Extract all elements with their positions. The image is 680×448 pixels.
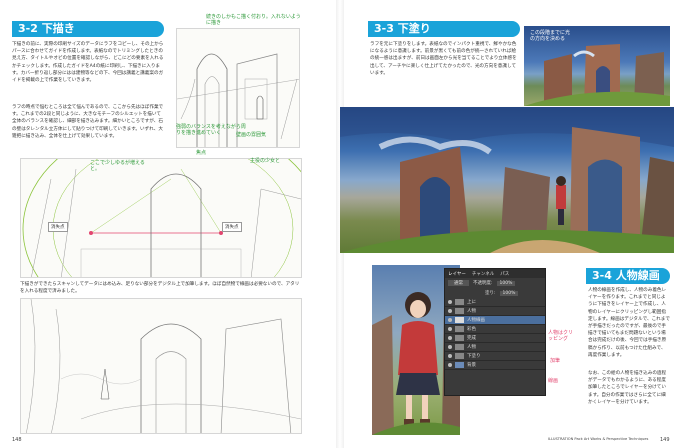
sketch-bottom: [20, 298, 302, 434]
section-3-4-body-2: なお、この絵の人物を描き込みの過程がデータでもわかるように、ある程度加筆したとこ…: [588, 371, 667, 405]
layer-row[interactable]: 人物: [445, 307, 545, 316]
pink-note-1: 人物はクリッピング: [548, 330, 574, 342]
eye-icon[interactable]: [448, 318, 452, 322]
left-folio: 148: [12, 437, 22, 443]
eye-icon[interactable]: [448, 300, 452, 304]
layer-row-selected[interactable]: 人物線画: [445, 316, 545, 325]
eye-icon[interactable]: [448, 354, 452, 358]
middle-note-right: 主役の少女と: [250, 158, 281, 164]
layer-row[interactable]: 完成: [445, 334, 545, 343]
green-note-2: 壁画の雰囲気: [236, 132, 267, 138]
pink-note-2: 加筆: [550, 358, 561, 364]
layer-name: 完成: [467, 336, 476, 341]
fill-value[interactable]: 100%: [499, 290, 519, 296]
footer-title: ILLUSTRATION Pack Art Works & Perspectiv…: [548, 437, 649, 441]
sketch-middle-drawing: [22, 159, 301, 277]
opacity-label: 不透明度:: [473, 281, 493, 286]
tab-layers[interactable]: レイヤー: [448, 271, 466, 277]
layers-toolbar-row-1: 通常 不透明度: 100%: [445, 278, 545, 288]
underpaint-main: [340, 107, 674, 253]
layer-thumbnail: [455, 344, 464, 350]
layer-row[interactable]: 上に: [445, 298, 545, 307]
section-3-2-body-2: ラフの時点で悩むところは全て悩んであるので、ここから先はほぼ作業です。これまでの…: [12, 105, 164, 139]
layer-name: 人物: [467, 345, 476, 350]
layer-thumbnail: [455, 362, 464, 368]
tab-paths[interactable]: パス: [500, 271, 509, 277]
eye-icon[interactable]: [448, 336, 452, 340]
sketch-bottom-drawing: [26, 299, 301, 433]
eye-icon[interactable]: [448, 363, 452, 367]
layer-thumbnail: [455, 353, 464, 359]
right-folio: 149: [660, 437, 670, 443]
layer-thumbnail: [455, 335, 464, 341]
left-caption: 下描きができたらスキャンしてデータにはめ込み、足りない部分をデジタル上で加筆しま…: [20, 282, 300, 295]
middle-note-left: ここで少しゆるが増えると。: [90, 160, 145, 172]
section-3-2-heading: 3-2 下描き: [12, 21, 164, 37]
layer-row[interactable]: 彩色: [445, 325, 545, 334]
section-3-3-body: ラフを元に下塗りをします。表紙なのでインパクト重視で、鮮やかな色になるように意識…: [370, 42, 517, 76]
layer-thumbnail: [455, 308, 464, 314]
section-3-4-heading: 3-4 人物線画: [586, 268, 670, 284]
section-3-3-heading: 3-3 下塗り: [368, 21, 520, 37]
sketch-middle: [20, 158, 302, 278]
layer-thumbnail: [455, 326, 464, 332]
layer-row[interactable]: 背景: [445, 361, 545, 370]
layer-row[interactable]: 下塗り: [445, 352, 545, 361]
vp-right-label: 消失点: [222, 222, 242, 232]
pink-note-3: 線画: [548, 378, 559, 384]
blend-mode-select[interactable]: 通常: [448, 280, 469, 286]
section-3-4-body: 人物の線画を作成し、人物のみ着色レイヤーを作ります。これまでと同じように下描きを…: [588, 288, 670, 358]
underpaint-note: この段階までに光の方向を決める: [530, 30, 571, 42]
eye-icon[interactable]: [448, 327, 452, 331]
layers-panel-tabs: レイヤー チャンネル パス: [445, 269, 545, 278]
layer-name: 上に: [467, 300, 476, 305]
eye-icon[interactable]: [448, 345, 452, 349]
layer-thumbnail: [455, 299, 464, 305]
section-3-2-body: 下描きの前に、実際の印刷サイズのデータにラフをコピーし、その上からパースに合わせ…: [12, 42, 164, 84]
layers-toolbar-row-2: 塗り: 100%: [445, 288, 545, 298]
layer-name: 背景: [467, 363, 476, 368]
layer-name: 人物線画: [467, 318, 485, 323]
layer-name: 下塗り: [467, 354, 481, 359]
underpaint-main-art: [340, 107, 674, 253]
layer-name: 人物: [467, 309, 476, 314]
eye-icon[interactable]: [448, 309, 452, 313]
fill-label: 塗り:: [485, 291, 496, 296]
layer-row[interactable]: 人物: [445, 343, 545, 352]
layer-thumbnail: [455, 317, 464, 323]
top-sketch-note: 続きのしかもこ描く付おり。入れないように描き: [206, 14, 301, 26]
layers-panel: レイヤー チャンネル パス 通常 不透明度: 100% 塗り: 100% 上に …: [444, 268, 546, 396]
layer-name: 彩色: [467, 327, 476, 332]
tab-channels[interactable]: チャンネル: [472, 271, 494, 277]
small-label: 焦点: [196, 150, 207, 156]
vp-left-label: 消失点: [48, 222, 68, 232]
opacity-value[interactable]: 100%: [496, 280, 516, 286]
